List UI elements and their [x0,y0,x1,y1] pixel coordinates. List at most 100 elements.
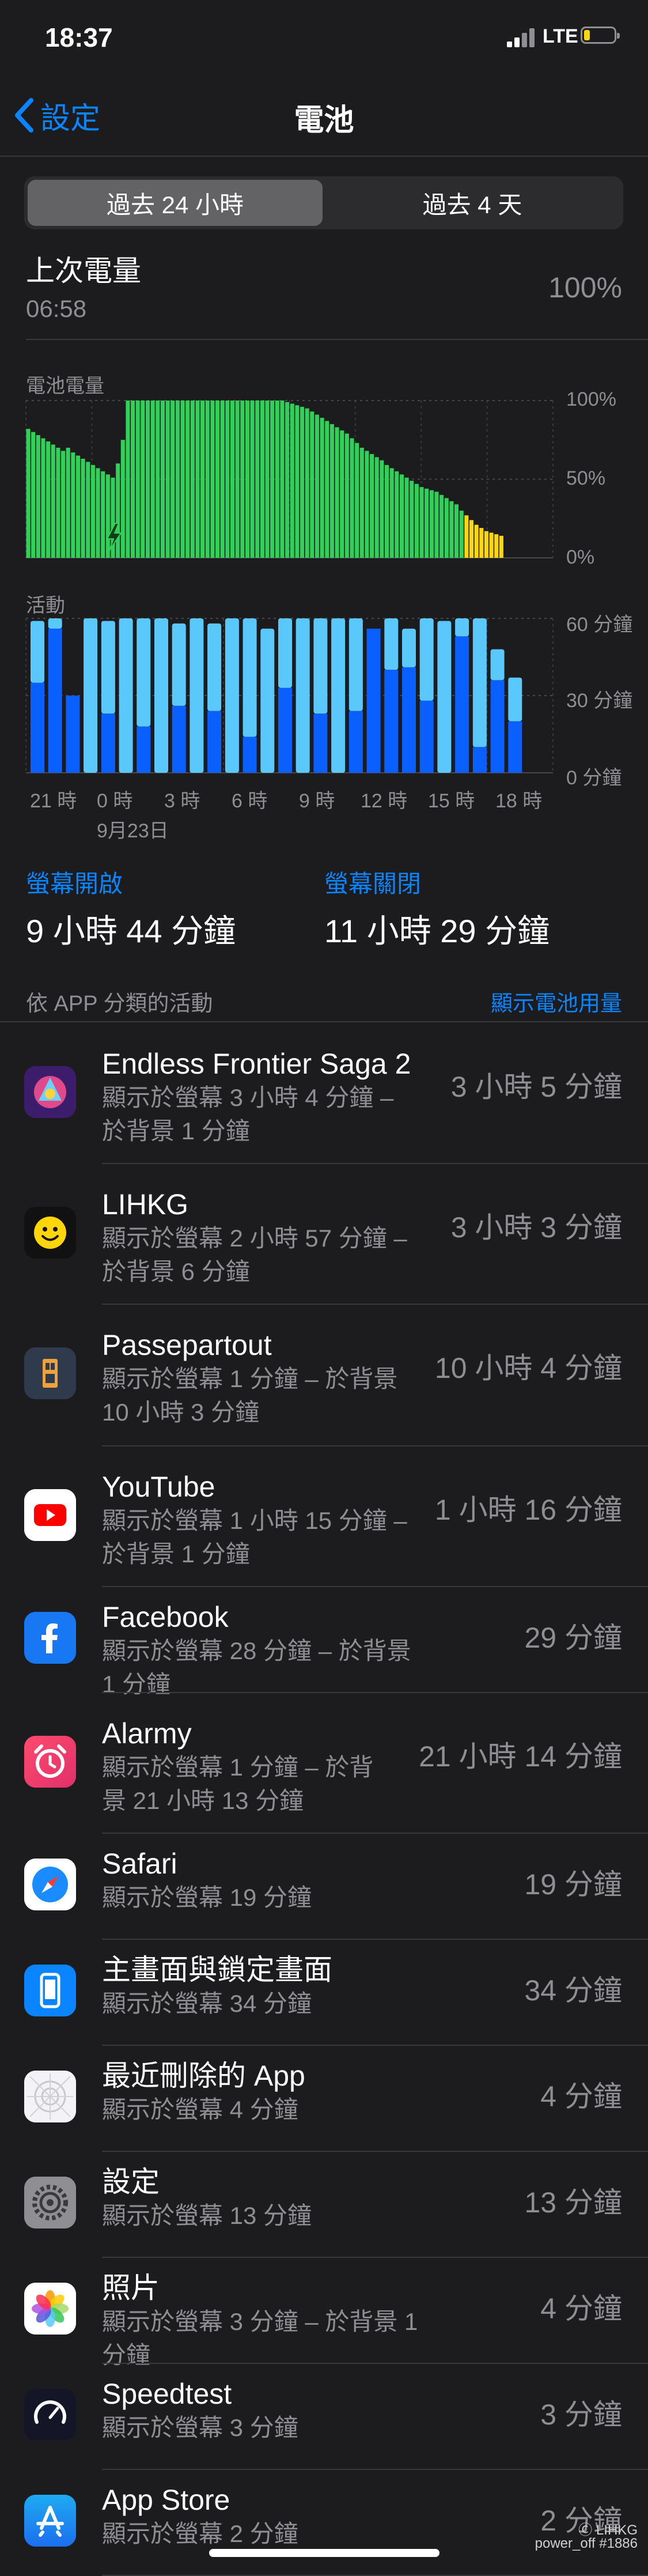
screen-off-label: 螢幕關閉 [324,870,422,897]
app-usage-detail: 於背景 6 分鐘 [102,1258,250,1285]
app-usage-total: 13 分鐘 [524,2186,622,2219]
battery-bar [255,401,260,558]
activity-bar-screen-on [419,700,434,773]
battery-bar [290,403,294,558]
x-tick: 0 時 [97,790,133,812]
activity-bar-screen-off [242,618,257,737]
app-row[interactable]: Safari 顯示於螢幕 19 分鐘 19 分鐘 [0,1833,648,1940]
app-usage-detail: 顯示於螢幕 3 分鐘 – 於背景 1 分鐘 [102,2308,418,2369]
activity-bar-screen-on [384,670,399,773]
battery-bar [429,490,434,558]
battery-bar [56,447,60,558]
battery-bar [250,401,255,558]
app-row[interactable]: LIHKG 顯示於螢幕 2 小時 57 分鐘 – 於背景 6 分鐘 3 小時 3 分鐘 [0,1163,648,1305]
activity-bar-screen-off [101,621,115,714]
activity-bar-screen-on [48,628,62,773]
app-row[interactable]: Facebook 顯示於螢幕 28 分鐘 – 於背景 1 分鐘 29 分鐘 [0,1586,648,1698]
app-row[interactable]: 照片 顯示於螢幕 3 分鐘 – 於背景 1 分鐘 4 分鐘 [0,2257,648,2369]
battery-bar [414,484,419,558]
screen-on-value: 9 小時 44 分鐘 [26,913,236,949]
app-usage-total: 10 小時 4 分鐘 [434,1352,622,1384]
battery-bar [489,532,494,558]
battery-bar [444,498,449,558]
battery-bar [280,401,285,558]
app-usage-total: 4 分鐘 [540,2292,622,2325]
show-battery-usage-link[interactable]: 顯示電池用量 [491,985,622,1017]
app-row[interactable]: 最近刪除的 App 顯示於螢幕 4 分鐘 4 分鐘 [0,2045,648,2152]
app-row[interactable]: Speedtest 顯示於螢幕 3 分鐘 3 分鐘 [0,2363,648,2470]
battery-bar [335,427,339,558]
battery-bar [320,418,324,558]
battery-bar [314,414,320,558]
activity-bar-screen-off [48,618,62,629]
battery-bar [120,440,125,558]
screen-off-summary: 螢幕關閉 11 小時 29 分鐘 [324,864,550,952]
app-row[interactable]: Passepartout 顯示於螢幕 1 分鐘 – 於背景 10 小時 3 分鐘 10… [0,1304,648,1446]
activity-bar-screen-off [384,618,399,670]
battery-bar [26,429,31,558]
battery-bar [325,421,329,558]
battery-bar [260,401,264,558]
alarm-clock-icon [24,1736,76,1788]
battery-bar [389,468,394,558]
activity-bar-screen-on [101,713,115,773]
activity-bar-screen-on [366,628,381,773]
app-usage-total: 3 小時 3 分鐘 [450,1211,622,1244]
battery-activity-charts [25,400,554,773]
compass-icon [24,1859,76,1910]
battery-bar [404,477,409,558]
app-activity-list: Endless Frontier Saga 2 顯示於螢幕 3 小時 4 分鐘 –… [0,1021,648,2576]
app-row[interactable]: 設定 顯示於螢幕 13 分鐘 13 分鐘 [0,2151,648,2258]
battery-bar [240,401,245,558]
gear-icon [24,2177,76,2228]
home-indicator[interactable] [209,2549,439,2557]
battery-bar [86,462,90,558]
activity-bar-screen-on [402,667,416,773]
app-usage-total: 34 分鐘 [524,1974,622,2007]
battery-bar [156,401,160,558]
app-row[interactable]: 主畫面與鎖定畫面 顯示於螢幕 34 分鐘 34 分鐘 [0,1939,648,2046]
activity-bar-screen-off [154,618,168,773]
x-tick: 21 時 [30,790,77,812]
battery-bar [105,474,110,558]
activity-bar-screen-off [437,621,452,773]
battery-bar [150,401,155,558]
battery-bar [146,401,150,558]
app-usage-detail: 景 21 小時 13 分鐘 [102,1787,304,1814]
activity-bar-screen-off [190,618,204,773]
app-usage-detail: 顯示於螢幕 28 分鐘 – 於背景 1 分鐘 [102,1637,411,1698]
app-usage-detail: 於背景 1 分鐘 [102,1117,250,1145]
battery-bar [459,511,464,558]
battery-bar [165,401,170,558]
activity-bar-screen-on [207,711,222,773]
battery-tick-100: 100% [566,388,616,410]
activity-bar-screen-off [348,618,363,711]
app-row[interactable]: YouTube 顯示於螢幕 1 小時 15 分鐘 – 於背景 1 分鐘 1 小時 16… [0,1445,648,1587]
phone-icon [24,1965,76,2016]
app-usage-detail: 顯示於螢幕 13 分鐘 [102,2202,312,2229]
battery-bar [374,457,379,558]
battery-bar [131,401,135,558]
app-row[interactable]: Alarmy 顯示於螢幕 1 分鐘 – 於背景 21 小時 13 分鐘 21 小時 … [0,1692,648,1834]
battery-bar [190,401,195,558]
app-usage-detail: 顯示於螢幕 4 分鐘 [102,2096,298,2123]
battery-bar [359,447,364,558]
battery-bar [81,459,85,558]
app-row[interactable]: Endless Frontier Saga 2 顯示於螢幕 3 小時 4 分鐘 –… [0,1022,648,1164]
watermark-line-2: power_off #1886 [535,2536,638,2551]
activity-bar-screen-off [119,618,133,773]
activity-bar-screen-off [137,618,151,727]
screen-on-label: 螢幕開啟 [26,870,123,897]
battery-bar [454,504,459,558]
battery-bar [96,468,100,558]
battery-bar [425,488,429,558]
battery-bar [245,401,249,558]
activity-tick-60: 60 分鐘 [566,614,633,636]
activity-bar-screen-on [242,736,257,773]
app-row[interactable]: App Store 顯示於螢幕 2 分鐘 2 分鐘 [0,2469,648,2576]
battery-bar [141,401,145,558]
battery-bar [41,438,46,558]
activity-bar-screen-off [278,618,292,688]
app-name: Endless Frontier Saga 2 [102,1048,411,1080]
app-usage-detail: 顯示於螢幕 1 小時 15 分鐘 – [102,1507,407,1534]
